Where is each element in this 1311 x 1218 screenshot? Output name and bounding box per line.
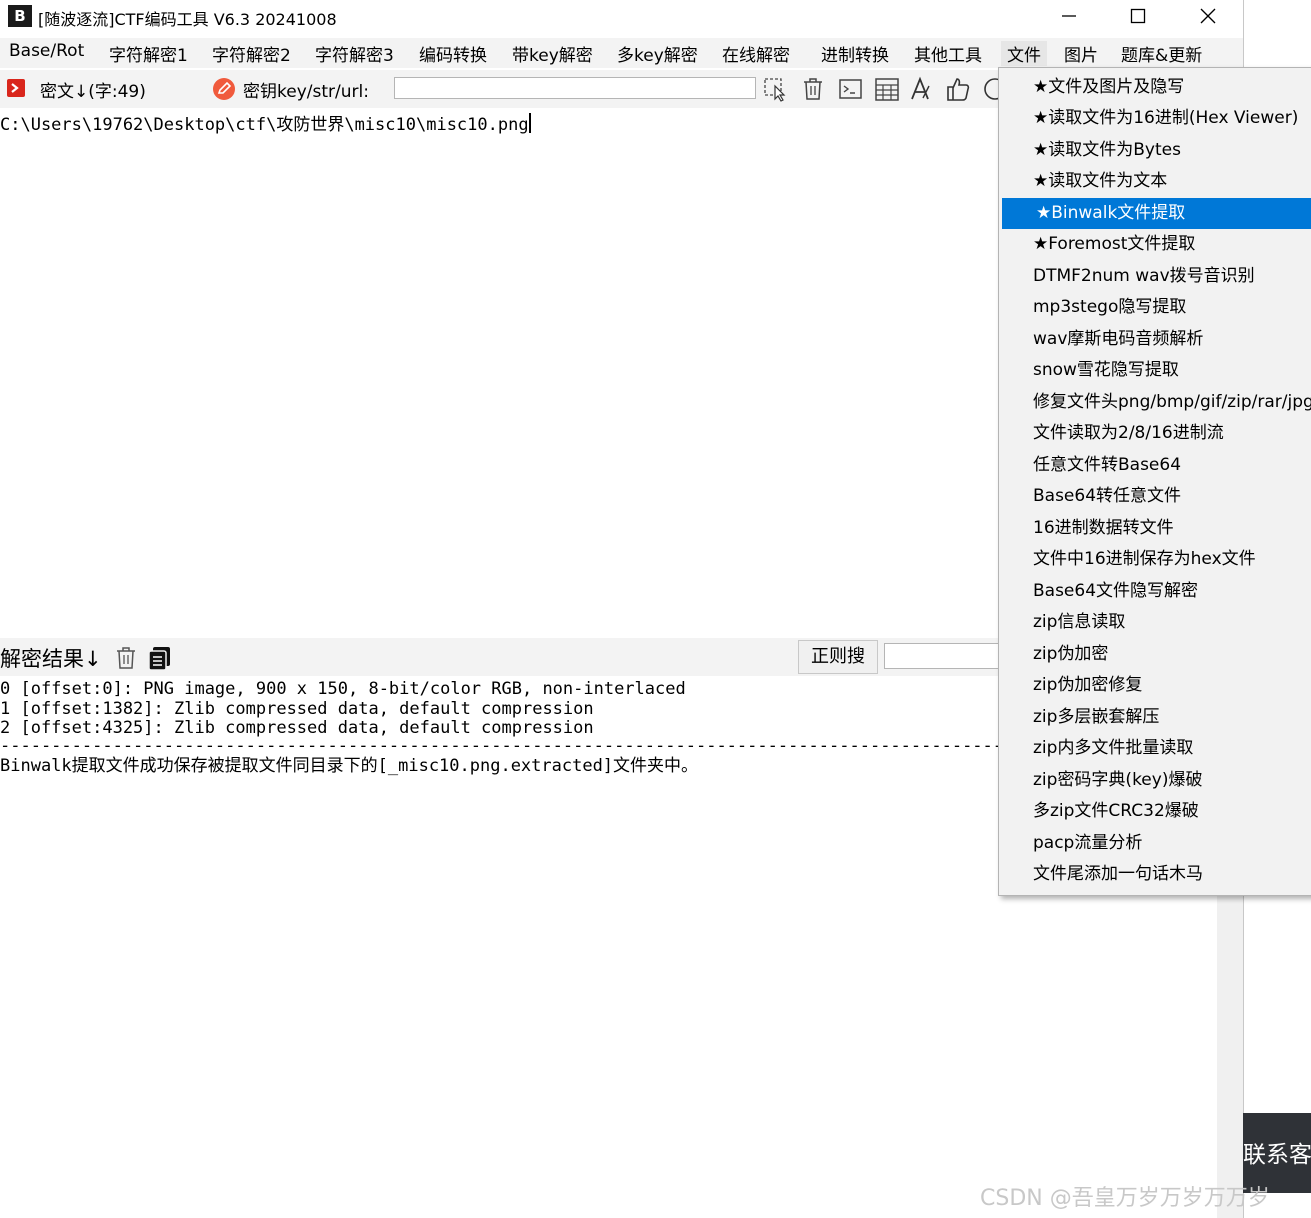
menu-base-rot[interactable]: Base/Rot [9,41,84,61]
file-menu-item-snow[interactable]: snow雪花隐写提取 [999,355,1311,386]
ciphertext-value: C:\Users\19762\Desktop\ctf\攻防世界\misc10\m… [0,115,529,135]
file-menu-item-base64-stego[interactable]: Base64文件隐写解密 [999,576,1311,607]
close-icon [1200,8,1216,24]
file-menu-item-zip-fake-encrypt-repair[interactable]: zip伪加密修复 [999,670,1311,701]
copy-result-icon[interactable] [147,645,173,671]
import-file-icon[interactable] [6,77,28,99]
clear-result-trash-icon[interactable] [115,646,137,670]
toolbar: 密文↓(字:49) 密钥key/str/url: [0,70,1003,108]
file-menu-item-file-image-stego[interactable]: ★文件及图片及隐写 [999,72,1311,103]
menu-question-bank-update[interactable]: 题库&更新 [1121,41,1202,66]
cursor-select-icon[interactable] [763,76,789,102]
window-title: [随波逐流]CTF编码工具 V6.3 20241008 [38,10,337,29]
file-menu-item-read-bytes[interactable]: ★读取文件为Bytes [999,135,1311,166]
menu-encoding-convert[interactable]: 编码转换 [419,41,487,66]
regex-search-button[interactable]: 正则搜 [798,640,878,674]
result-line: 2 [offset:4325]: Zlib compressed data, d… [0,718,594,738]
maximize-icon [1130,8,1146,24]
menu-char-decrypt-2[interactable]: 字符解密2 [212,41,291,66]
file-menu-item-zip-batch-read[interactable]: zip内多文件批量读取 [999,733,1311,764]
calculator-icon[interactable] [874,76,900,102]
font-icon[interactable] [909,76,935,102]
menu-file[interactable]: 文件 [1001,41,1047,66]
file-menu-item-save-hex-file[interactable]: 文件中16进制保存为hex文件 [999,544,1311,575]
menu-image[interactable]: 图片 [1064,41,1098,66]
key-label: 密钥key/str/url: [243,82,369,102]
title-bar[interactable]: B [随波逐流]CTF编码工具 V6.3 20241008 [0,0,1243,32]
file-menu-item-repair-header[interactable]: 修复文件头png/bmp/gif/zip/rar/jpg [999,387,1311,418]
file-menu-item-base64-to-file[interactable]: Base64转任意文件 [999,481,1311,512]
file-menu-item-zip-nested-extract[interactable]: zip多层嵌套解压 [999,702,1311,733]
file-menu-item-zip-crc32-crack[interactable]: 多zip文件CRC32爆破 [999,796,1311,827]
minimize-button[interactable] [1046,0,1092,32]
file-menu-item-zip-info[interactable]: zip信息读取 [999,607,1311,638]
ciphertext-label: 密文↓(字:49) [40,82,146,102]
app-logo: B [8,5,32,27]
file-menu-item-dtmf2num[interactable]: DTMF2num wav拨号音识别 [999,261,1311,292]
maximize-button[interactable] [1115,0,1161,32]
contact-text: 联系客 [1243,1142,1311,1168]
file-menu-item-append-webshell[interactable]: 文件尾添加一句话木马 [999,859,1311,890]
result-line: 0 [offset:0]: PNG image, 900 x 150, 8-bi… [0,679,686,699]
key-input[interactable] [394,77,756,99]
file-menu-item-pcap-analysis[interactable]: pacp流量分析 [999,828,1311,859]
file-menu-item-read-text[interactable]: ★读取文件为文本 [999,166,1311,197]
menu-other-tools[interactable]: 其他工具 [914,41,982,66]
terminal-icon[interactable] [838,76,864,102]
menu-char-decrypt-3[interactable]: 字符解密3 [315,41,394,66]
result-bar: 解密结果↓ 正则搜 [0,638,1004,676]
file-menu-item-mp3stego[interactable]: mp3stego隐写提取 [999,292,1311,323]
csdn-watermark: CSDN @吾皇万岁万岁万万岁 [980,1186,1270,1211]
file-menu-item-wav-morse[interactable]: wav摩斯电码音频解析 [999,324,1311,355]
file-menu-item-hex-to-file[interactable]: 16进制数据转文件 [999,513,1311,544]
file-menu-item-read-as-stream[interactable]: 文件读取为2/8/16进制流 [999,418,1311,449]
menu-online-decrypt[interactable]: 在线解密 [722,41,790,66]
file-menu-item-foremost[interactable]: ★Foremost文件提取 [999,229,1311,260]
result-line: 1 [offset:1382]: Zlib compressed data, d… [0,699,594,719]
close-button[interactable] [1185,0,1231,32]
minimize-icon [1062,15,1076,17]
menu-base-convert[interactable]: 进制转换 [821,41,889,66]
regex-search-input[interactable] [884,643,1004,669]
file-menu-item-zip-fake-encrypt[interactable]: zip伪加密 [999,639,1311,670]
ciphertext-input-text[interactable]: C:\Users\19762\Desktop\ctf\攻防世界\misc10\m… [0,110,531,135]
menu-key-decrypt[interactable]: 带key解密 [512,41,593,66]
result-label: 解密结果↓ [0,647,102,671]
edit-key-icon[interactable] [212,77,236,101]
file-menu-item-file-to-base64[interactable]: 任意文件转Base64 [999,450,1311,481]
menu-char-decrypt-1[interactable]: 字符解密1 [109,41,188,66]
file-menu-item-zip-dictionary-crack[interactable]: zip密码字典(key)爆破 [999,765,1311,796]
thumbs-up-icon[interactable] [945,76,971,102]
trash-icon[interactable] [801,76,825,102]
result-line: Binwalk提取文件成功保存被提取文件同目录下的[_misc10.png.ex… [0,756,699,776]
file-menu-dropdown: ★文件及图片及隐写 ★读取文件为16进制(Hex Viewer) ★读取文件为B… [998,67,1311,896]
menu-multi-key-decrypt[interactable]: 多key解密 [617,41,698,66]
ciphertext-input-area[interactable]: C:\Users\19762\Desktop\ctf\攻防世界\misc10\m… [0,108,1000,638]
file-menu-item-binwalk[interactable]: ★Binwalk文件提取 [1002,198,1311,229]
file-menu-item-hex-viewer[interactable]: ★读取文件为16进制(Hex Viewer) [999,103,1311,134]
menu-bar: Base/Rot 字符解密1 字符解密2 字符解密3 编码转换 带key解密 多… [0,38,1243,68]
text-caret [528,113,531,133]
